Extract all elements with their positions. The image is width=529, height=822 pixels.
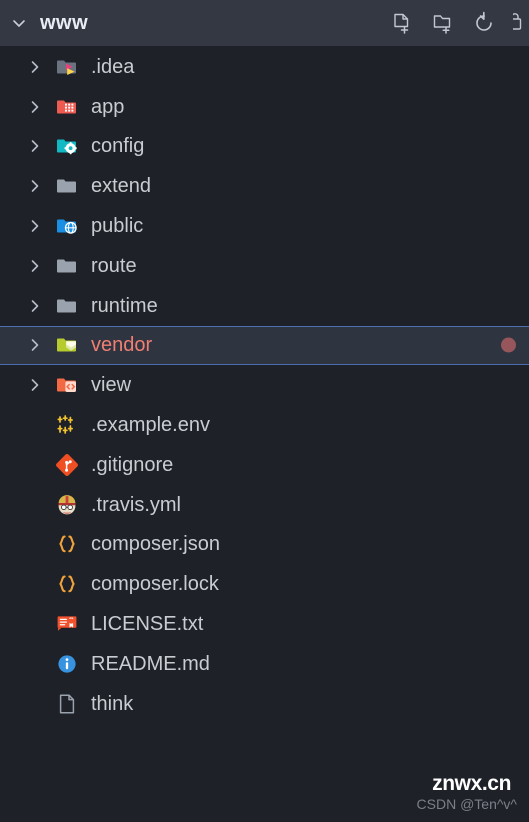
chevron-right-icon[interactable] xyxy=(26,376,44,394)
refresh-icon[interactable] xyxy=(472,11,496,35)
folder-view-icon xyxy=(54,372,80,398)
tree-row-view[interactable]: view xyxy=(0,365,529,405)
chevron-down-icon[interactable] xyxy=(8,12,30,34)
tree-row-composer-json[interactable]: composer.json xyxy=(0,525,529,565)
tree-row-idea[interactable]: .idea xyxy=(0,47,529,87)
header-toolbar xyxy=(390,0,529,46)
license-icon xyxy=(54,611,80,637)
json-braces-icon xyxy=(54,571,80,597)
tree-item-label: composer.lock xyxy=(91,573,219,596)
tree-item-label: route xyxy=(91,254,137,277)
chevron-right-icon[interactable] xyxy=(26,336,44,354)
travis-ci-icon xyxy=(54,492,80,518)
tree-row-public[interactable]: public xyxy=(0,206,529,246)
panel-header: www xyxy=(0,0,529,46)
chevron-right-icon[interactable] xyxy=(26,257,44,275)
tree-item-label: view xyxy=(91,374,132,397)
tree-item-label: extend xyxy=(91,175,152,198)
chevron-right-icon[interactable] xyxy=(26,137,44,155)
tree-row-vendor[interactable]: vendor xyxy=(0,325,529,366)
folder-app-icon xyxy=(54,94,80,120)
tree-row-license-txt[interactable]: LICENSE.txt xyxy=(0,604,529,644)
folder-public-icon xyxy=(54,213,80,239)
tree-row-think[interactable]: think xyxy=(0,684,529,724)
tree-item-label: .example.env xyxy=(91,414,210,437)
chevron-right-icon[interactable] xyxy=(26,177,44,195)
tree-row-composer-lock[interactable]: composer.lock xyxy=(0,564,529,604)
tree-item-label: config xyxy=(91,135,145,158)
chevron-right-icon[interactable] xyxy=(26,98,44,116)
tree-row-runtime[interactable]: runtime xyxy=(0,286,529,326)
tree-row-config[interactable]: config xyxy=(0,127,529,167)
tree-item-label: LICENSE.txt xyxy=(91,613,204,636)
status-badge xyxy=(501,337,516,353)
folder-config-icon xyxy=(54,133,80,159)
chevron-right-icon[interactable] xyxy=(26,217,44,235)
tree-row-example-env[interactable]: .example.env xyxy=(0,405,529,445)
chevron-right-icon[interactable] xyxy=(26,297,44,315)
folder-plain-icon xyxy=(54,293,80,319)
project-tree-panel: www .idea app config extend public route… xyxy=(0,0,529,822)
tree-item-label: README.md xyxy=(91,652,210,675)
folder-vendor-icon xyxy=(54,332,80,358)
tree-item-label: runtime xyxy=(91,294,158,317)
tree-item-label: .travis.yml xyxy=(91,493,181,516)
tree-item-label: .gitignore xyxy=(91,453,174,476)
tree-item-label: app xyxy=(91,95,125,118)
watermark-secondary: CSDN @Ten^v^ xyxy=(416,796,517,812)
page-title: www xyxy=(40,11,89,34)
file-tree[interactable]: .idea app config extend public route run… xyxy=(0,46,529,822)
new-folder-icon[interactable] xyxy=(431,11,455,35)
tree-item-label: public xyxy=(91,215,144,238)
folder-idea-icon xyxy=(54,54,80,80)
tree-item-label: think xyxy=(91,692,134,715)
tree-row-gitignore[interactable]: .gitignore xyxy=(0,445,529,485)
folder-plain-icon xyxy=(54,253,80,279)
tree-item-label: .idea xyxy=(91,55,135,78)
watermark-primary: znwx.cn xyxy=(432,772,511,795)
generic-file-icon xyxy=(54,691,80,717)
collapse-all-icon[interactable] xyxy=(513,11,527,35)
tree-row-app[interactable]: app xyxy=(0,87,529,127)
json-braces-icon xyxy=(54,531,80,557)
info-icon xyxy=(54,651,80,677)
chevron-right-icon[interactable] xyxy=(26,58,44,76)
tree-row-readme-md[interactable]: README.md xyxy=(0,644,529,684)
env-settings-icon xyxy=(54,412,80,438)
tree-row-route[interactable]: route xyxy=(0,246,529,286)
tree-item-label: composer.json xyxy=(91,533,220,556)
tree-item-label: vendor xyxy=(91,334,153,357)
git-icon xyxy=(54,452,80,478)
tree-row-travis-yml[interactable]: .travis.yml xyxy=(0,485,529,525)
folder-plain-icon xyxy=(54,173,80,199)
new-file-icon[interactable] xyxy=(390,11,414,35)
tree-row-extend[interactable]: extend xyxy=(0,166,529,206)
